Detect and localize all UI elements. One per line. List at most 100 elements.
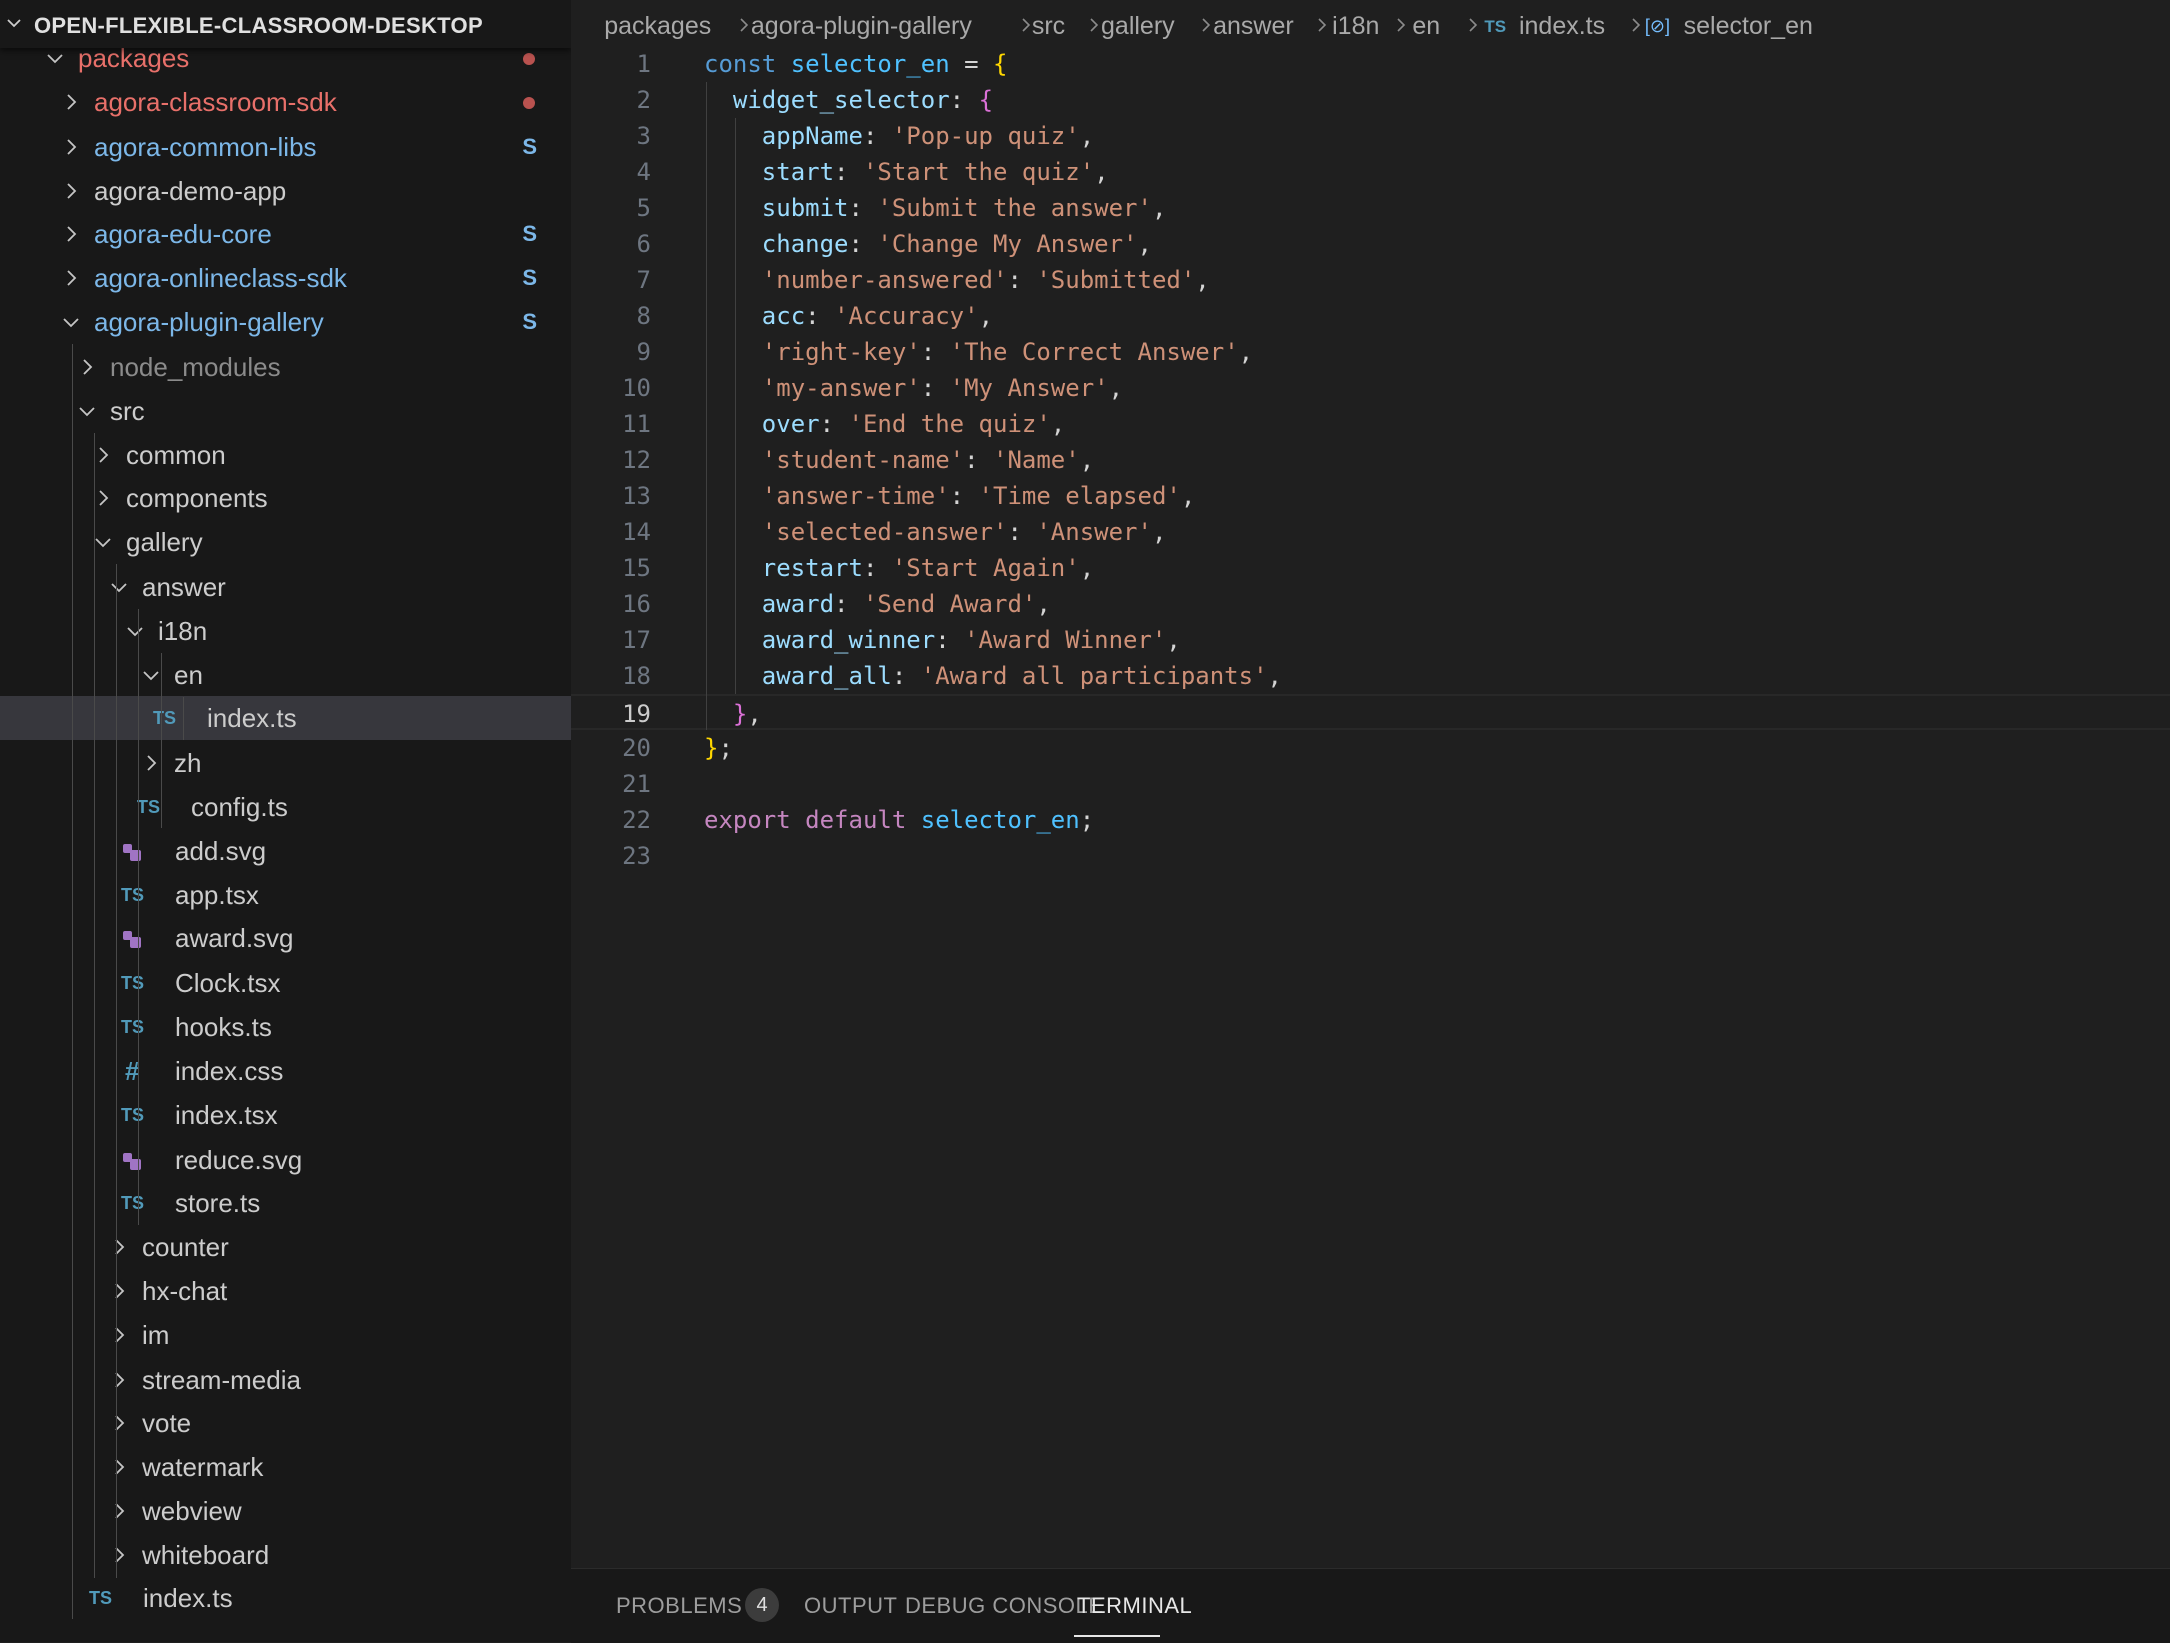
tree-folder[interactable]: agora-common-libs S [0, 125, 571, 169]
code-line[interactable]: 18 award_all: 'Award all participants', [571, 658, 2170, 694]
tab-debug-console[interactable]: DEBUG CONSOLE [905, 1593, 1103, 1619]
code-line[interactable]: 1 const selector_en = { [571, 46, 2170, 82]
code-line[interactable]: 12 'student-name': 'Name', [571, 442, 2170, 478]
code-line[interactable]: 8 acc: 'Accuracy', [571, 298, 2170, 334]
code-line[interactable]: 3 appName: 'Pop-up quiz', [571, 118, 2170, 154]
breadcrumb-item[interactable]: index.ts [1519, 12, 1605, 41]
chevron-down-icon[interactable] [45, 48, 65, 68]
tree-file[interactable]: TS index.ts [0, 696, 571, 741]
tab-terminal[interactable]: TERMINAL [1077, 1593, 1192, 1619]
explorer-header[interactable]: OPEN-FLEXIBLE-CLASSROOM-DESKTOP [0, 0, 571, 48]
chevron-right-icon[interactable] [93, 445, 113, 465]
tree-file[interactable]: TS store.ts [0, 1181, 571, 1225]
tree-folder[interactable]: zh [0, 741, 571, 785]
chevron-down-icon[interactable] [109, 577, 129, 597]
tree-file[interactable]: TS app.tsx [0, 873, 571, 917]
tree-folder[interactable]: hx-chat [0, 1269, 571, 1313]
chevron-right-icon[interactable] [109, 1501, 129, 1521]
chevron-right-icon[interactable] [93, 488, 113, 508]
code-line[interactable]: 15 restart: 'Start Again', [571, 550, 2170, 586]
code-line[interactable]: 11 over: 'End the quiz', [571, 406, 2170, 442]
chevron-right-icon[interactable] [109, 1281, 129, 1301]
chevron-down-icon[interactable] [61, 312, 81, 332]
code-token: const [704, 50, 791, 78]
chevron-down-icon[interactable] [77, 401, 97, 421]
tree-file[interactable]: TS index.tsx [0, 1093, 571, 1137]
tree-folder[interactable]: agora-classroom-sdk [0, 80, 571, 124]
chevron-right-icon[interactable] [109, 1545, 129, 1565]
chevron-right-icon[interactable] [109, 1325, 129, 1345]
tree-folder[interactable]: src [0, 389, 571, 433]
breadcrumb-item[interactable]: i18n [1332, 12, 1379, 41]
chevron-right-icon[interactable] [61, 137, 81, 157]
code-line[interactable]: 19 }, [571, 694, 2170, 730]
breadcrumb-item[interactable]: src [1032, 12, 1065, 41]
tree-file[interactable]: reduce.svg [0, 1138, 571, 1182]
breadcrumb-symbol[interactable]: selector_en [1684, 12, 1813, 41]
code-line[interactable]: 23 [571, 838, 2170, 874]
tree-folder[interactable]: webview [0, 1489, 571, 1533]
chevron-right-icon[interactable] [61, 268, 81, 288]
code-line[interactable]: 4 start: 'Start the quiz', [571, 154, 2170, 190]
tree-folder[interactable]: counter [0, 1225, 571, 1269]
tree-file[interactable]: award.svg [0, 916, 571, 960]
tree-folder[interactable]: common [0, 433, 571, 477]
tree-file[interactable]: TS Clock.tsx [0, 961, 571, 1005]
chevron-down-icon[interactable] [125, 621, 145, 641]
tree-folder[interactable]: components [0, 476, 571, 520]
tree-folder[interactable]: watermark [0, 1445, 571, 1489]
tree-folder[interactable]: en [0, 653, 571, 697]
chevron-right-icon[interactable] [109, 1370, 129, 1390]
code-line[interactable]: 16 award: 'Send Award', [571, 586, 2170, 622]
chevron-right-icon[interactable] [61, 224, 81, 244]
tab-output[interactable]: OUTPUT [804, 1593, 897, 1619]
breadcrumb-item[interactable]: agora-plugin-gallery [751, 12, 972, 41]
chevron-down-icon[interactable] [141, 665, 161, 685]
code-editor[interactable]: packages agora-plugin-gallery src gallery an… [571, 0, 2170, 1568]
chevron-right-icon[interactable] [109, 1237, 129, 1257]
chevron-right-icon[interactable] [109, 1413, 129, 1433]
code-line[interactable]: 20}; [571, 730, 2170, 766]
tree-file[interactable]: TS config.ts [0, 785, 571, 829]
tree-item-label: node_modules [110, 351, 281, 382]
tree-folder[interactable]: node_modules [0, 345, 571, 389]
chevron-right-icon[interactable] [141, 753, 161, 773]
code-line[interactable]: 14 'selected-answer': 'Answer', [571, 514, 2170, 550]
tree-folder[interactable]: i18n [0, 609, 571, 653]
tree-file[interactable]: TS index.ts [0, 1576, 571, 1620]
tree-folder[interactable]: whiteboard [0, 1533, 571, 1577]
tree-folder[interactable]: im [0, 1313, 571, 1357]
tree-folder[interactable]: agora-edu-core S [0, 212, 571, 256]
breadcrumb-item[interactable]: packages [604, 12, 711, 41]
code-line[interactable]: 9 'right-key': 'The Correct Answer', [571, 334, 2170, 370]
code-line[interactable]: 22 export default selector_en; [571, 802, 2170, 838]
tree-folder[interactable]: gallery [0, 520, 571, 564]
tree-folder[interactable]: answer [0, 565, 571, 609]
code-line[interactable]: 6 change: 'Change My Answer', [571, 226, 2170, 262]
code-line[interactable]: 10 'my-answer': 'My Answer', [571, 370, 2170, 406]
tree-file[interactable]: # index.css [0, 1049, 571, 1093]
chevron-right-icon[interactable] [109, 1457, 129, 1477]
code-line[interactable]: 2 widget_selector: { [571, 82, 2170, 118]
chevron-right-icon[interactable] [61, 92, 81, 112]
code-line[interactable]: 5 submit: 'Submit the answer', [571, 190, 2170, 226]
tree-folder[interactable]: agora-onlineclass-sdk S [0, 256, 571, 300]
line-number: 14 [622, 518, 651, 546]
tree-file[interactable]: add.svg [0, 829, 571, 873]
tree-file[interactable]: TS hooks.ts [0, 1005, 571, 1049]
breadcrumb-item[interactable]: gallery [1101, 12, 1175, 41]
chevron-right-icon[interactable] [61, 181, 81, 201]
tree-folder[interactable]: agora-plugin-gallery S [0, 300, 571, 344]
code-line[interactable]: 21 [571, 766, 2170, 802]
breadcrumb-item[interactable]: answer [1213, 12, 1294, 41]
chevron-down-icon[interactable] [93, 532, 113, 552]
tab-problems[interactable]: PROBLEMS [616, 1593, 742, 1619]
tree-folder[interactable]: stream-media [0, 1358, 571, 1402]
code-line[interactable]: 17 award_winner: 'Award Winner', [571, 622, 2170, 658]
breadcrumb-item[interactable]: en [1412, 12, 1440, 41]
tree-folder[interactable]: agora-demo-app [0, 169, 571, 213]
code-line[interactable]: 13 'answer-time': 'Time elapsed', [571, 478, 2170, 514]
tree-folder[interactable]: vote [0, 1401, 571, 1445]
chevron-right-icon[interactable] [77, 357, 97, 377]
code-line[interactable]: 7 'number-answered': 'Submitted', [571, 262, 2170, 298]
